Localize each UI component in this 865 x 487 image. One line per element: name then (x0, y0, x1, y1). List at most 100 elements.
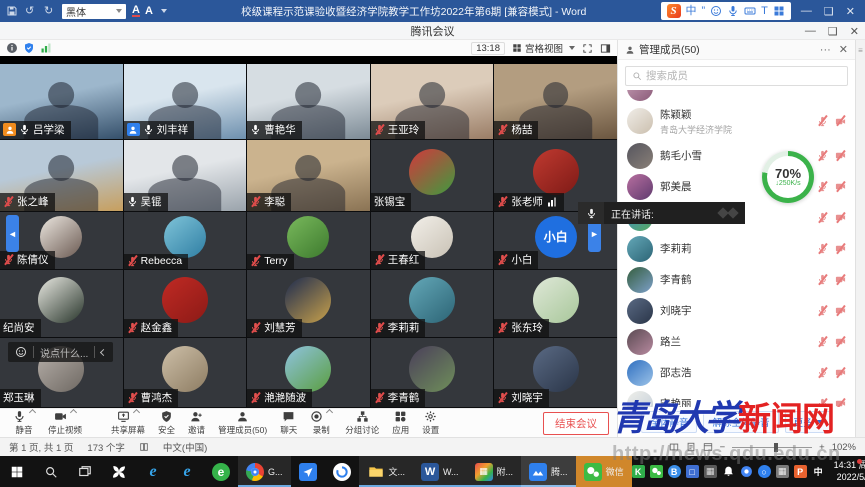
mute-all-button[interactable]: 全体静音 (641, 411, 697, 433)
video-tile[interactable]: 曹艳华 (247, 64, 371, 139)
camera-muted-icon[interactable] (835, 116, 846, 127)
tray-monitor-tray-icon[interactable]: □ (686, 465, 699, 478)
camera-muted-icon[interactable] (835, 336, 846, 347)
toolbar-record-button[interactable]: 录制 (305, 410, 337, 436)
language-status[interactable]: 中文(中国) (163, 440, 207, 454)
minimize-button[interactable]: — (801, 5, 812, 18)
camera-muted-icon[interactable] (835, 150, 846, 161)
zoom-slider[interactable] (732, 447, 812, 448)
mic-muted-icon[interactable] (817, 305, 828, 316)
video-tile[interactable]: 吴锟 (124, 140, 248, 211)
camera-muted-icon[interactable] (835, 243, 846, 254)
skin-icon[interactable]: T (761, 2, 768, 20)
undo-icon[interactable]: ↺ (25, 5, 37, 17)
font-color-button[interactable]: A (132, 5, 140, 17)
toolbar-apps-button[interactable]: 应用 (387, 410, 414, 436)
zoom-in-button[interactable]: + (819, 442, 825, 453)
camera-muted-icon[interactable] (835, 398, 846, 407)
camera-muted-icon[interactable] (835, 367, 846, 378)
end-meeting-button[interactable]: 结束会议 (543, 412, 609, 435)
emoji-icon[interactable] (710, 5, 722, 17)
taskbar-app-wechat[interactable]: 微信 (576, 456, 632, 487)
video-tile[interactable]: 杨喆 (494, 64, 617, 139)
caret-up-icon[interactable] (326, 409, 333, 416)
tray-wps-tray-icon[interactable]: P (794, 465, 807, 478)
zoom-out-button[interactable]: − (720, 442, 726, 453)
taskbar-app-docs-app[interactable] (291, 456, 325, 487)
meeting-security-icon[interactable] (23, 42, 35, 54)
toolbar-settings-button[interactable]: 设置 (417, 410, 444, 436)
caret-up-icon[interactable] (133, 409, 140, 416)
video-tile[interactable]: 王春红 (371, 212, 495, 269)
quick-chat-bar[interactable]: 说点什么... (8, 342, 113, 362)
taskbar-app-browser-360[interactable]: e (204, 456, 238, 487)
toolbar-chat-button[interactable]: 聊天 (275, 410, 302, 436)
tray-image-tray-icon[interactable]: ▦ (776, 465, 789, 478)
chat-input-placeholder[interactable]: 说点什么... (40, 345, 88, 360)
video-tile[interactable]: 赵金鑫 (124, 270, 248, 337)
save-icon[interactable] (6, 5, 18, 17)
camera-muted-icon[interactable] (835, 181, 846, 192)
tray-wechat-tray-icon[interactable] (650, 465, 663, 478)
side-panel-toggle-icon[interactable] (600, 43, 611, 54)
print-layout-icon[interactable] (686, 442, 696, 452)
taskbar-app-pinwheel-app[interactable] (102, 456, 136, 487)
video-tile[interactable]: 张锡宝 (371, 140, 495, 211)
search-input[interactable] (646, 70, 841, 82)
member-list-item[interactable]: 刘晓宇 (627, 295, 846, 326)
member-list-item[interactable]: 鹅毛小雪 (627, 140, 846, 171)
tray-cloud-tray-icon[interactable]: ○ (758, 465, 771, 478)
video-tile[interactable]: 李青鹤 (371, 338, 495, 407)
member-list-item[interactable]: 李青鹤 (627, 264, 846, 295)
video-tile[interactable]: 吕学梁 (0, 64, 124, 139)
page-info[interactable]: 第 1 页, 共 1 页 (9, 440, 73, 454)
member-list-item[interactable]: 李莉莉 (627, 233, 846, 264)
tray-chrome-tray-icon[interactable] (740, 465, 753, 478)
video-tile[interactable]: 张老师 (494, 140, 617, 211)
toolbox-grid-icon[interactable] (773, 5, 785, 17)
member-list[interactable]: 陈颖颖青岛大学经济学院鹅毛小雪郭美晨靳童羽李莉莉李青鹤刘晓宇路兰邵志浩宋艳丽 (618, 90, 855, 407)
video-tile[interactable]: 刘慧芳 (247, 270, 371, 337)
maximize-button[interactable]: ❑ (828, 25, 838, 38)
unmute-all-button[interactable]: 解除全体静音 (703, 411, 778, 433)
tray-kim-tray-icon[interactable]: K (632, 465, 645, 478)
panel-close-icon[interactable]: ✕ (839, 43, 848, 56)
close-button[interactable]: ✕ (846, 5, 855, 18)
mic-muted-icon[interactable] (817, 274, 828, 285)
mic-muted-icon[interactable] (817, 398, 828, 407)
video-tile[interactable]: 王亚玲 (371, 64, 495, 139)
toolbar-mute-button[interactable]: 静音 (8, 410, 40, 436)
toolbar-stop-video-button[interactable]: 停止视频 (43, 410, 87, 436)
tray-bell-tray-icon[interactable] (722, 465, 735, 478)
zoom-slider-thumb[interactable] (774, 443, 778, 452)
font-name-dropdown[interactable]: 黑体 (62, 4, 126, 19)
video-tile[interactable]: 张东玲 (494, 270, 617, 337)
collapse-chat-icon[interactable] (100, 348, 107, 355)
taskbar-app-explorer[interactable]: 文... (359, 456, 414, 487)
video-tile[interactable]: 李聪 (247, 140, 371, 211)
proofing-icon[interactable] (139, 442, 149, 452)
member-list-item[interactable]: 路兰 (627, 326, 846, 357)
video-tile[interactable]: 滟滟随波 (247, 338, 371, 407)
web-layout-icon[interactable] (703, 442, 713, 452)
toolbar-invite-button[interactable]: 邀请 (183, 410, 210, 436)
video-tile[interactable]: Terry (247, 212, 371, 269)
mic-muted-icon[interactable] (817, 212, 828, 223)
toolbar-breakout-button[interactable]: 分组讨论 (340, 410, 384, 436)
menu-grip-icon[interactable]: ≡ (858, 46, 863, 55)
word-count[interactable]: 173 个字 (87, 440, 125, 454)
read-mode-icon[interactable] (669, 442, 679, 452)
mic-muted-icon[interactable] (817, 150, 828, 161)
taskbar-app-ie-browser[interactable]: e (136, 456, 170, 487)
task-view-button[interactable] (68, 456, 102, 487)
redo-icon[interactable]: ↻ (44, 5, 56, 17)
caret-up-icon[interactable] (70, 409, 77, 416)
panel-more-icon[interactable]: ··· (820, 44, 831, 56)
mic-muted-icon[interactable] (817, 367, 828, 378)
grid-page-prev-button[interactable]: ◄ (6, 215, 19, 252)
toolbar-share-screen-button[interactable]: 共享屏幕 (106, 410, 150, 436)
maximize-button[interactable]: ❑ (824, 5, 834, 18)
video-tile[interactable]: 李莉莉 (371, 270, 495, 337)
close-button[interactable]: ✕ (850, 25, 859, 38)
taskbar-app-chrome[interactable]: G... (238, 456, 291, 487)
